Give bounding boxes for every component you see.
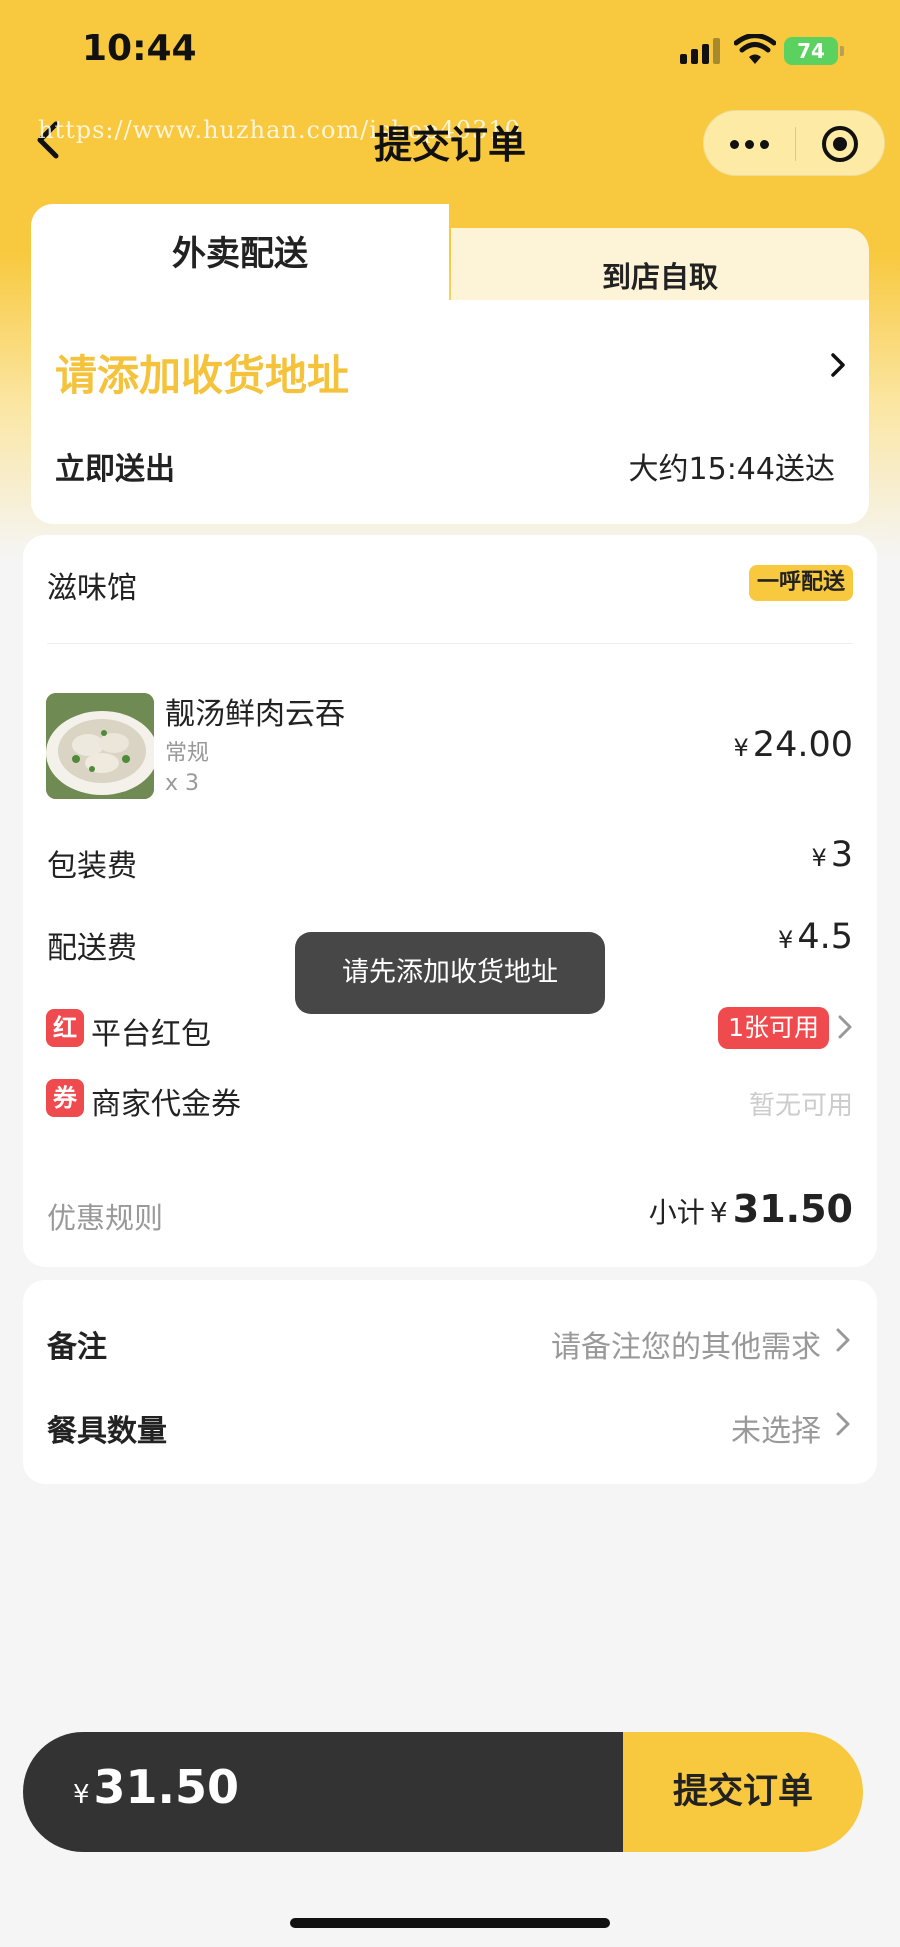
- delivery-fee-amount: 4.5: [797, 917, 853, 957]
- currency-symbol: ¥: [733, 734, 749, 762]
- add-address-link[interactable]: 请添加收货地址: [55, 342, 349, 403]
- divider: [47, 643, 853, 644]
- toast-message: 请先添加收货地址: [295, 932, 605, 1014]
- red-packet-tag: 红: [46, 1009, 84, 1047]
- wonton-soup-image: [46, 693, 154, 799]
- delivery-badge: 一呼配送: [748, 565, 853, 601]
- currency-symbol: ¥: [811, 844, 827, 872]
- chevron-right-icon[interactable]: [833, 1410, 853, 1438]
- battery-icon: 74: [784, 37, 844, 65]
- total-section: ¥31.50: [23, 1732, 623, 1852]
- signal-icon: [680, 38, 720, 64]
- status-bar: 10:44 74: [0, 0, 900, 100]
- capsule-divider: [795, 127, 796, 161]
- voucher-tag: 券: [46, 1079, 84, 1117]
- chevron-right-icon[interactable]: [825, 352, 851, 378]
- delivery-card: 到店自取 外卖配送 请添加收货地址 立即送出 大约15:44送达: [31, 204, 869, 524]
- shop-name: 滋味馆: [47, 571, 137, 606]
- voucher-status: 暂无可用: [748, 1091, 853, 1121]
- packaging-fee-amount: 3: [830, 835, 853, 875]
- cutlery-select[interactable]: 未选择: [731, 1406, 821, 1450]
- item-price: ¥24.00: [734, 725, 853, 765]
- tab-pickup[interactable]: 到店自取: [451, 228, 869, 312]
- note-label: 备注: [47, 1330, 107, 1365]
- status-time: 10:44: [82, 28, 197, 69]
- cutlery-label: 餐具数量: [47, 1414, 167, 1449]
- close-target-icon[interactable]: [822, 126, 858, 162]
- discount-rules-link[interactable]: 优惠规则: [47, 1195, 163, 1237]
- currency-symbol: ¥: [709, 1196, 728, 1229]
- currency-symbol: ¥: [73, 1780, 90, 1810]
- item-price-value: 24.00: [752, 725, 853, 765]
- total-value: 31.50: [93, 1760, 240, 1814]
- wifi-icon: [734, 34, 776, 64]
- subtotal-value: 31.50: [732, 1187, 853, 1231]
- order-card: 滋味馆 一呼配送 靓汤鲜肉云吞 常规 x 3 ¥24.00 包装费 ¥3 配送费…: [23, 535, 877, 1267]
- tab-pickup-label: 到店自取: [601, 260, 718, 294]
- chevron-right-icon[interactable]: [833, 1326, 853, 1354]
- nav-bar: https://www.huzhan.com/ishop40310 提交订单: [0, 100, 900, 180]
- subtotal: 小计 ¥ 31.50: [649, 1187, 853, 1231]
- send-now-label: 立即送出: [55, 452, 175, 487]
- item-quantity: x 3: [165, 771, 200, 796]
- remarks-card: 备注 请备注您的其他需求 餐具数量 未选择: [23, 1280, 877, 1484]
- currency-symbol: ¥: [778, 926, 794, 954]
- platform-red-packet-label[interactable]: 平台红包: [91, 1009, 211, 1053]
- more-dots-icon[interactable]: [704, 111, 794, 177]
- item-spec: 常规: [165, 741, 210, 766]
- subtotal-label: 小计: [648, 1196, 705, 1229]
- delivery-eta[interactable]: 大约15:44送达: [629, 444, 835, 488]
- total-amount: ¥31.50: [73, 1760, 239, 1814]
- packaging-fee-value: ¥3: [811, 835, 853, 875]
- submit-order-button[interactable]: 提交订单: [623, 1732, 863, 1852]
- checkout-bar: ¥31.50 提交订单: [23, 1732, 863, 1852]
- item-thumbnail: [46, 693, 154, 799]
- tab-delivery[interactable]: 外卖配送: [31, 226, 449, 275]
- item-name: 靓汤鲜肉云吞: [165, 697, 345, 732]
- chevron-right-icon[interactable]: [835, 1013, 855, 1041]
- delivery-fee-label: 配送费: [47, 931, 137, 966]
- packaging-fee-label: 包装费: [47, 849, 137, 884]
- merchant-voucher-label: 商家代金券: [91, 1087, 241, 1122]
- home-indicator: [290, 1918, 610, 1928]
- miniprogram-capsule: [703, 110, 885, 176]
- delivery-fee-value: ¥4.5: [778, 917, 853, 957]
- note-input[interactable]: 请备注您的其他需求: [551, 1322, 821, 1366]
- red-packet-available-badge[interactable]: 1张可用: [718, 1007, 829, 1049]
